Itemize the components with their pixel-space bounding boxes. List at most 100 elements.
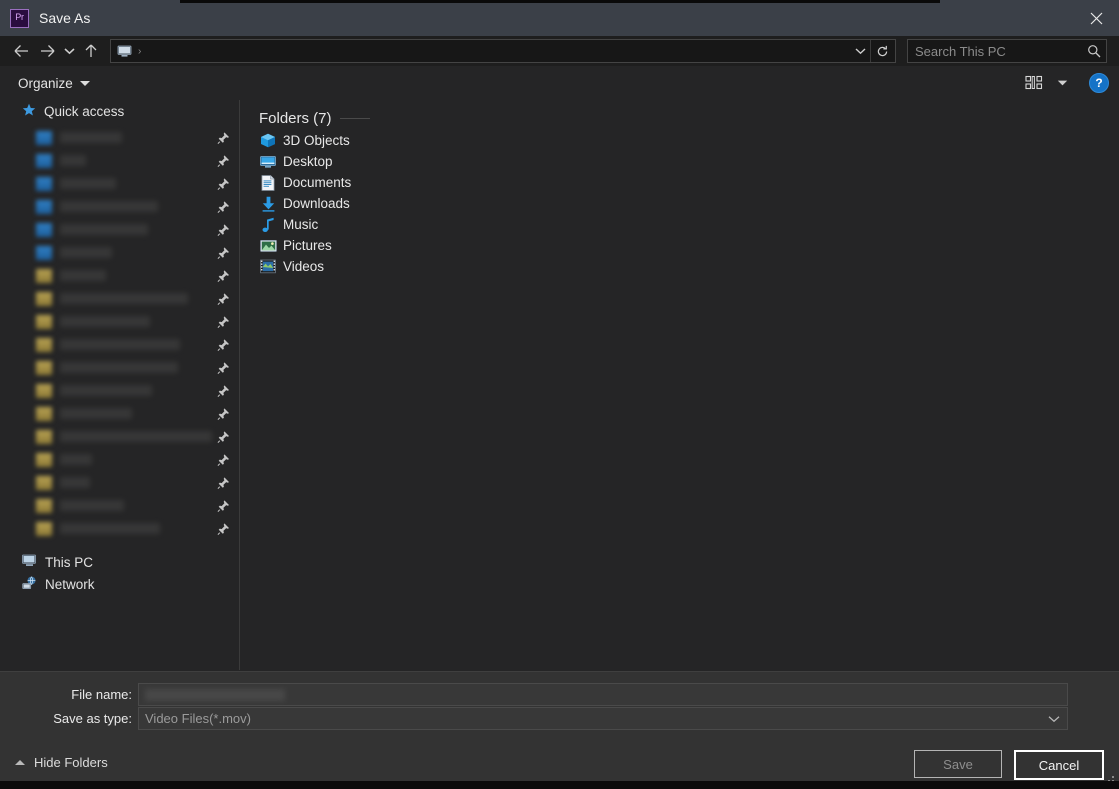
sidebar-quick-item[interactable]	[0, 195, 239, 218]
save-as-dialog: Pr Save As › Search This PC Organize ? Q…	[0, 0, 1119, 789]
folder-name: Desktop	[283, 154, 333, 169]
sidebar-quick-item[interactable]	[0, 126, 239, 149]
pin-icon[interactable]	[217, 154, 230, 167]
pin-icon[interactable]	[217, 361, 230, 374]
arrow-up-icon	[85, 44, 97, 57]
close-icon	[1090, 12, 1102, 24]
quick-item-label	[60, 523, 160, 534]
pin-icon[interactable]	[217, 177, 230, 190]
sidebar-quick-item[interactable]	[0, 494, 239, 517]
view-dropdown-button[interactable]	[1051, 70, 1073, 96]
group-title: Folders (7)	[259, 110, 332, 127]
quick-item-label	[60, 408, 132, 419]
pin-icon[interactable]	[217, 246, 230, 259]
quick-item-label	[60, 201, 158, 212]
folder-name: Documents	[283, 175, 352, 190]
forward-button[interactable]	[34, 38, 60, 64]
pin-icon[interactable]	[217, 430, 230, 443]
sidebar-quick-item[interactable]	[0, 471, 239, 494]
pin-icon[interactable]	[217, 269, 230, 282]
star-icon	[22, 103, 36, 120]
folder-name: Music	[283, 217, 319, 232]
quick-item-label	[60, 454, 92, 465]
sidebar-quick-item[interactable]	[0, 218, 239, 241]
view-options-button[interactable]	[1019, 70, 1049, 96]
command-toolbar: Organize ?	[0, 66, 1119, 100]
folder-icon	[36, 521, 52, 536]
folder-list-item[interactable]: Documents	[259, 172, 1119, 193]
folder-icon	[36, 268, 52, 283]
back-button[interactable]	[8, 38, 34, 64]
organize-button[interactable]: Organize	[18, 76, 90, 91]
file-list-pane: Folders (7) 3D Objects Desktop Documents Do…	[240, 100, 1119, 670]
quick-item-label	[60, 316, 150, 327]
title-bar: Pr Save As	[0, 0, 1119, 36]
hide-folders-button[interactable]: Hide Folders	[15, 755, 108, 770]
pin-icon[interactable]	[217, 131, 230, 144]
sidebar-quick-item[interactable]	[0, 379, 239, 402]
address-bar[interactable]: ›	[110, 39, 896, 63]
sidebar-quick-item[interactable]	[0, 333, 239, 356]
filename-input[interactable]	[138, 683, 1068, 706]
sidebar-item-this-pc[interactable]: This PC	[0, 551, 239, 573]
pin-icon[interactable]	[217, 453, 230, 466]
folder-list-item[interactable]: 3D Objects	[259, 130, 1119, 151]
folder-icon	[36, 130, 52, 145]
pin-icon[interactable]	[217, 292, 230, 305]
refresh-button[interactable]	[870, 40, 893, 62]
cancel-button[interactable]: Cancel	[1014, 750, 1104, 780]
folder-list-item[interactable]: Pictures	[259, 235, 1119, 256]
search-icon	[1087, 40, 1101, 62]
sidebar-quick-item[interactable]	[0, 241, 239, 264]
pin-icon[interactable]	[217, 476, 230, 489]
pin-icon[interactable]	[217, 315, 230, 328]
filetype-select[interactable]: Video Files(*.mov)	[138, 707, 1068, 730]
search-input[interactable]: Search This PC	[915, 44, 1006, 59]
sidebar-quick-item[interactable]	[0, 402, 239, 425]
folder-list-item[interactable]: Downloads	[259, 193, 1119, 214]
folder-list-item[interactable]: Music	[259, 214, 1119, 235]
help-button[interactable]: ?	[1089, 73, 1109, 93]
pin-icon[interactable]	[217, 407, 230, 420]
chevron-down-icon	[79, 80, 90, 86]
close-button[interactable]	[1073, 0, 1119, 36]
quick-item-label	[60, 293, 188, 304]
recent-locations-button[interactable]	[60, 38, 78, 64]
pin-icon[interactable]	[217, 223, 230, 236]
filename-label: File name:	[71, 687, 132, 702]
navigation-sidebar: Quick access This PC Network	[0, 100, 240, 670]
up-button[interactable]	[78, 38, 104, 64]
sidebar-item-quick-access[interactable]: Quick access	[0, 100, 239, 122]
pin-icon[interactable]	[217, 338, 230, 351]
folder-icon	[36, 153, 52, 168]
folder-name: Pictures	[283, 238, 332, 253]
folder-icon	[36, 429, 52, 444]
filetype-row: Save as type: Video Files(*.mov)	[0, 707, 1068, 730]
address-dropdown-button[interactable]	[851, 40, 869, 62]
sidebar-quick-item[interactable]	[0, 149, 239, 172]
pin-icon[interactable]	[217, 499, 230, 512]
sidebar-quick-item[interactable]	[0, 448, 239, 471]
folder-list-item[interactable]: Videos	[259, 256, 1119, 277]
quick-item-label	[60, 500, 124, 511]
sidebar-quick-item[interactable]	[0, 425, 239, 448]
pin-icon[interactable]	[217, 384, 230, 397]
quick-access-label: Quick access	[44, 103, 125, 119]
search-box[interactable]: Search This PC	[907, 39, 1107, 63]
folders-group-header: Folders (7)	[259, 110, 1119, 127]
pin-icon[interactable]	[217, 200, 230, 213]
save-button[interactable]: Save	[914, 750, 1002, 778]
sidebar-quick-item[interactable]	[0, 172, 239, 195]
sidebar-item-network[interactable]: Network	[0, 573, 239, 595]
pin-icon[interactable]	[217, 522, 230, 535]
sidebar-quick-item[interactable]	[0, 287, 239, 310]
downloads-icon	[259, 196, 277, 212]
folder-list: 3D Objects Desktop Documents Downloads Music…	[259, 130, 1119, 277]
chevron-down-icon[interactable]	[1048, 711, 1060, 726]
sidebar-quick-item[interactable]	[0, 264, 239, 287]
sidebar-quick-item[interactable]	[0, 517, 239, 540]
sidebar-quick-item[interactable]	[0, 356, 239, 379]
sidebar-quick-item[interactable]	[0, 310, 239, 333]
folder-list-item[interactable]: Desktop	[259, 151, 1119, 172]
network-label: Network	[45, 576, 95, 592]
